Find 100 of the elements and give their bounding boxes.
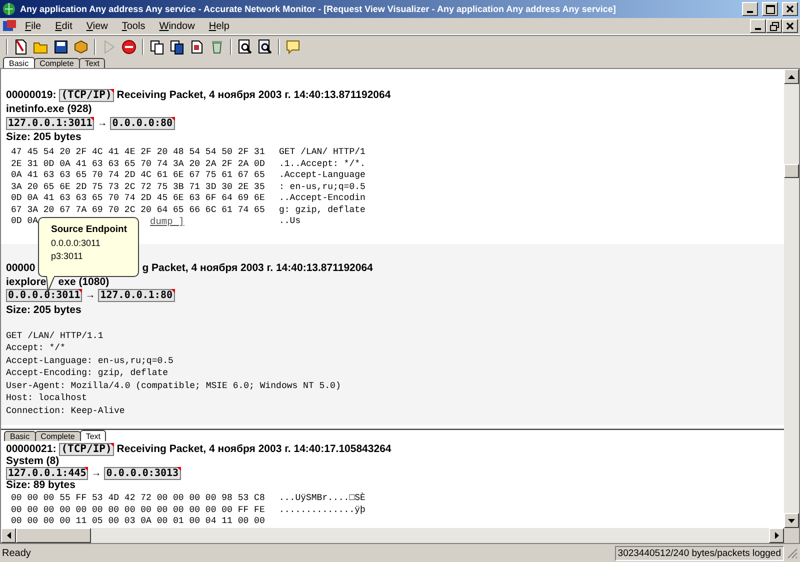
restore-button[interactable] [766, 19, 782, 33]
close-button[interactable] [782, 2, 798, 16]
vertical-scrollbar[interactable] [784, 69, 799, 543]
scroll-thumb[interactable] [16, 528, 91, 543]
copy-disk-icon [169, 38, 185, 54]
trash-icon [209, 38, 225, 54]
hex-bytes: 00 00 00 00 11 05 00 03 0A 00 01 00 04 11 00 00 [11, 516, 265, 528]
maximize-icon[interactable] [766, 4, 774, 14]
menu-item[interactable]: Help [202, 20, 236, 32]
down-arrow-icon[interactable] [788, 518, 795, 522]
hex-bytes: 00 00 00 55 FF 53 4D 42 72 00 00 00 00 98 53 C8 [11, 493, 265, 504]
packet-title: g Packet, 4 ноября 2003 г. 14:40:13.871192064 [142, 262, 373, 274]
maximize-button[interactable] [762, 2, 778, 16]
hex-bytes: 00 00 00 00 00 00 00 00 00 00 00 00 00 00 FF FE [11, 504, 265, 516]
process-name: exe (1080) [58, 276, 110, 288]
endpoint-box[interactable]: 0.0.0.0:80 [110, 116, 175, 130]
minimize-button[interactable] [750, 19, 766, 33]
toolbar-button[interactable] [168, 38, 186, 56]
menu-item[interactable]: File [18, 20, 48, 32]
view-tab[interactable]: Complete [34, 58, 80, 68]
right-arrow-icon[interactable] [774, 532, 778, 539]
hex-bytes: 47 45 54 20 2F 4C 41 4E 2F 20 48 54 54 50 2F 31 [11, 147, 265, 158]
minimize-button[interactable] [742, 2, 758, 16]
packet-id: 00000 [6, 262, 36, 274]
tooltip-text: p3:3011 [51, 251, 84, 261]
endpoint-box[interactable]: 127.0.0.1:3011 [6, 116, 94, 130]
process-name: iexplore [6, 276, 46, 288]
direction-arrow: → [97, 118, 108, 128]
view-tab[interactable]: Basic [4, 431, 36, 441]
menu-item[interactable]: Window [152, 20, 202, 32]
menu-item[interactable]: View [79, 20, 115, 32]
packet-size: Size: 205 bytes [6, 304, 82, 316]
restore-icon[interactable] [770, 22, 778, 30]
hex-bytes: 0A 41 63 63 65 70 74 2D 4C 61 6E 67 75 61 67 65 [11, 170, 265, 182]
scroll-thumb[interactable] [784, 164, 799, 178]
request-line: Host: localhost [6, 392, 88, 404]
toolbar-button[interactable] [256, 38, 274, 56]
close-icon[interactable] [786, 5, 794, 13]
toolbar-button[interactable] [52, 38, 70, 56]
process-name: inetinfo.exe (928) [6, 103, 92, 115]
hex-bytes: 0D 0A [11, 216, 38, 228]
request-line: GET /LAN/ HTTP/1.1 [6, 330, 104, 342]
view-tab[interactable]: Complete [34, 431, 81, 441]
stop-icon [121, 38, 137, 54]
request-line: Accept: */* [6, 342, 66, 354]
view-tab[interactable]: Text [80, 430, 106, 441]
resize-grip-icon[interactable] [786, 547, 798, 559]
close-icon[interactable] [786, 22, 794, 30]
ascii-text: ..Us [279, 216, 301, 228]
endpoint-box[interactable]: 0.0.0.0:3011 [6, 289, 82, 302]
search-page-icon [257, 38, 273, 54]
hex-bytes: 0D 0A 41 63 63 65 70 74 2D 45 6E 63 6F 64 69 6E [11, 193, 265, 204]
ascii-text: : en-us,ru;q=0.5 [279, 182, 366, 193]
request-line: Accept-Encoding: gzip, deflate [6, 367, 170, 380]
toolbar-button[interactable] [236, 38, 254, 56]
left-arrow-icon[interactable] [6, 532, 10, 539]
packet-id: 00000019: [6, 89, 56, 101]
ascii-text: ...UÿSMBr....□SÈ [279, 493, 366, 504]
direction-arrow: → [91, 468, 102, 478]
packet-size: Size: 89 bytes [6, 479, 76, 491]
toolbar-button[interactable] [148, 38, 166, 56]
new-document-icon [13, 38, 29, 54]
status-counter: 3023440512/240 bytes/packets logged [614, 546, 784, 560]
ascii-text: ..............ÿþ [279, 504, 366, 516]
packet-title: Receiving Packet, 4 ноября 2003 г. 14:40:13.871192064 [116, 89, 391, 101]
packet-size: Size: 205 bytes [6, 131, 82, 143]
hex-bytes: 67 3A 20 67 7A 69 70 2C 20 64 65 66 6C 61 74 65 [11, 204, 265, 216]
protocol-tag[interactable]: (TCP/IP) [59, 88, 114, 102]
endpoint-box[interactable]: 0.0.0.0:3013 [104, 466, 181, 480]
ascii-text: g: gzip, deflate [279, 204, 366, 216]
endpoint-box[interactable]: 127.0.0.1:80 [98, 289, 174, 302]
ascii-text: ..Accept-Encodin [279, 193, 366, 204]
request-line: Connection: Keep-Alive [6, 404, 126, 417]
hex-bytes: 2E 31 0D 0A 41 63 63 65 70 74 3A 20 2A 2F 2A 0D [11, 158, 265, 170]
hex-bytes: 3A 20 65 6E 2D 75 73 2C 72 75 3B 71 3D 30 2E 35 [11, 182, 265, 193]
ascii-text: .1..Accept: */*. [279, 158, 366, 170]
view-tab[interactable]: Text [78, 58, 106, 68]
window-title: Any application Any address Any service - Accurate Network Monitor - [Request View Visualizer - Any application Any address Any service] [20, 4, 617, 14]
horizontal-scrollbar[interactable] [1, 528, 784, 543]
document-icon [189, 38, 205, 54]
packet-id: 00000021: [6, 443, 56, 455]
status-message: Ready [2, 548, 32, 558]
ascii-text: GET /LAN/ HTTP/1 [279, 147, 366, 158]
up-arrow-icon[interactable] [788, 74, 795, 78]
menu-item[interactable]: Tools [114, 20, 152, 32]
tooltip-title: Source Endpoint [51, 224, 128, 235]
direction-arrow: → [85, 290, 96, 301]
process-name: System (8) [6, 455, 60, 467]
endpoint-box[interactable]: 127.0.0.1:445 [6, 466, 88, 480]
request-line: User-Agent: Mozilla/4.0 (compatible; MSIE 6.0; Windows NT 5.0) [6, 380, 342, 392]
search-icon [237, 38, 253, 54]
copy-icon [149, 38, 165, 54]
dump-link[interactable]: dump ] [150, 216, 184, 228]
app-icon[interactable] [2, 19, 18, 33]
protocol-tag[interactable]: (TCP/IP) [59, 442, 114, 456]
tooltip-text: 0.0.0.0:3011 [51, 238, 102, 248]
view-tab[interactable]: Basic [3, 57, 35, 68]
close-button[interactable] [782, 19, 798, 33]
toolbar-button[interactable] [120, 38, 138, 56]
menu-item[interactable]: Edit [48, 20, 80, 32]
